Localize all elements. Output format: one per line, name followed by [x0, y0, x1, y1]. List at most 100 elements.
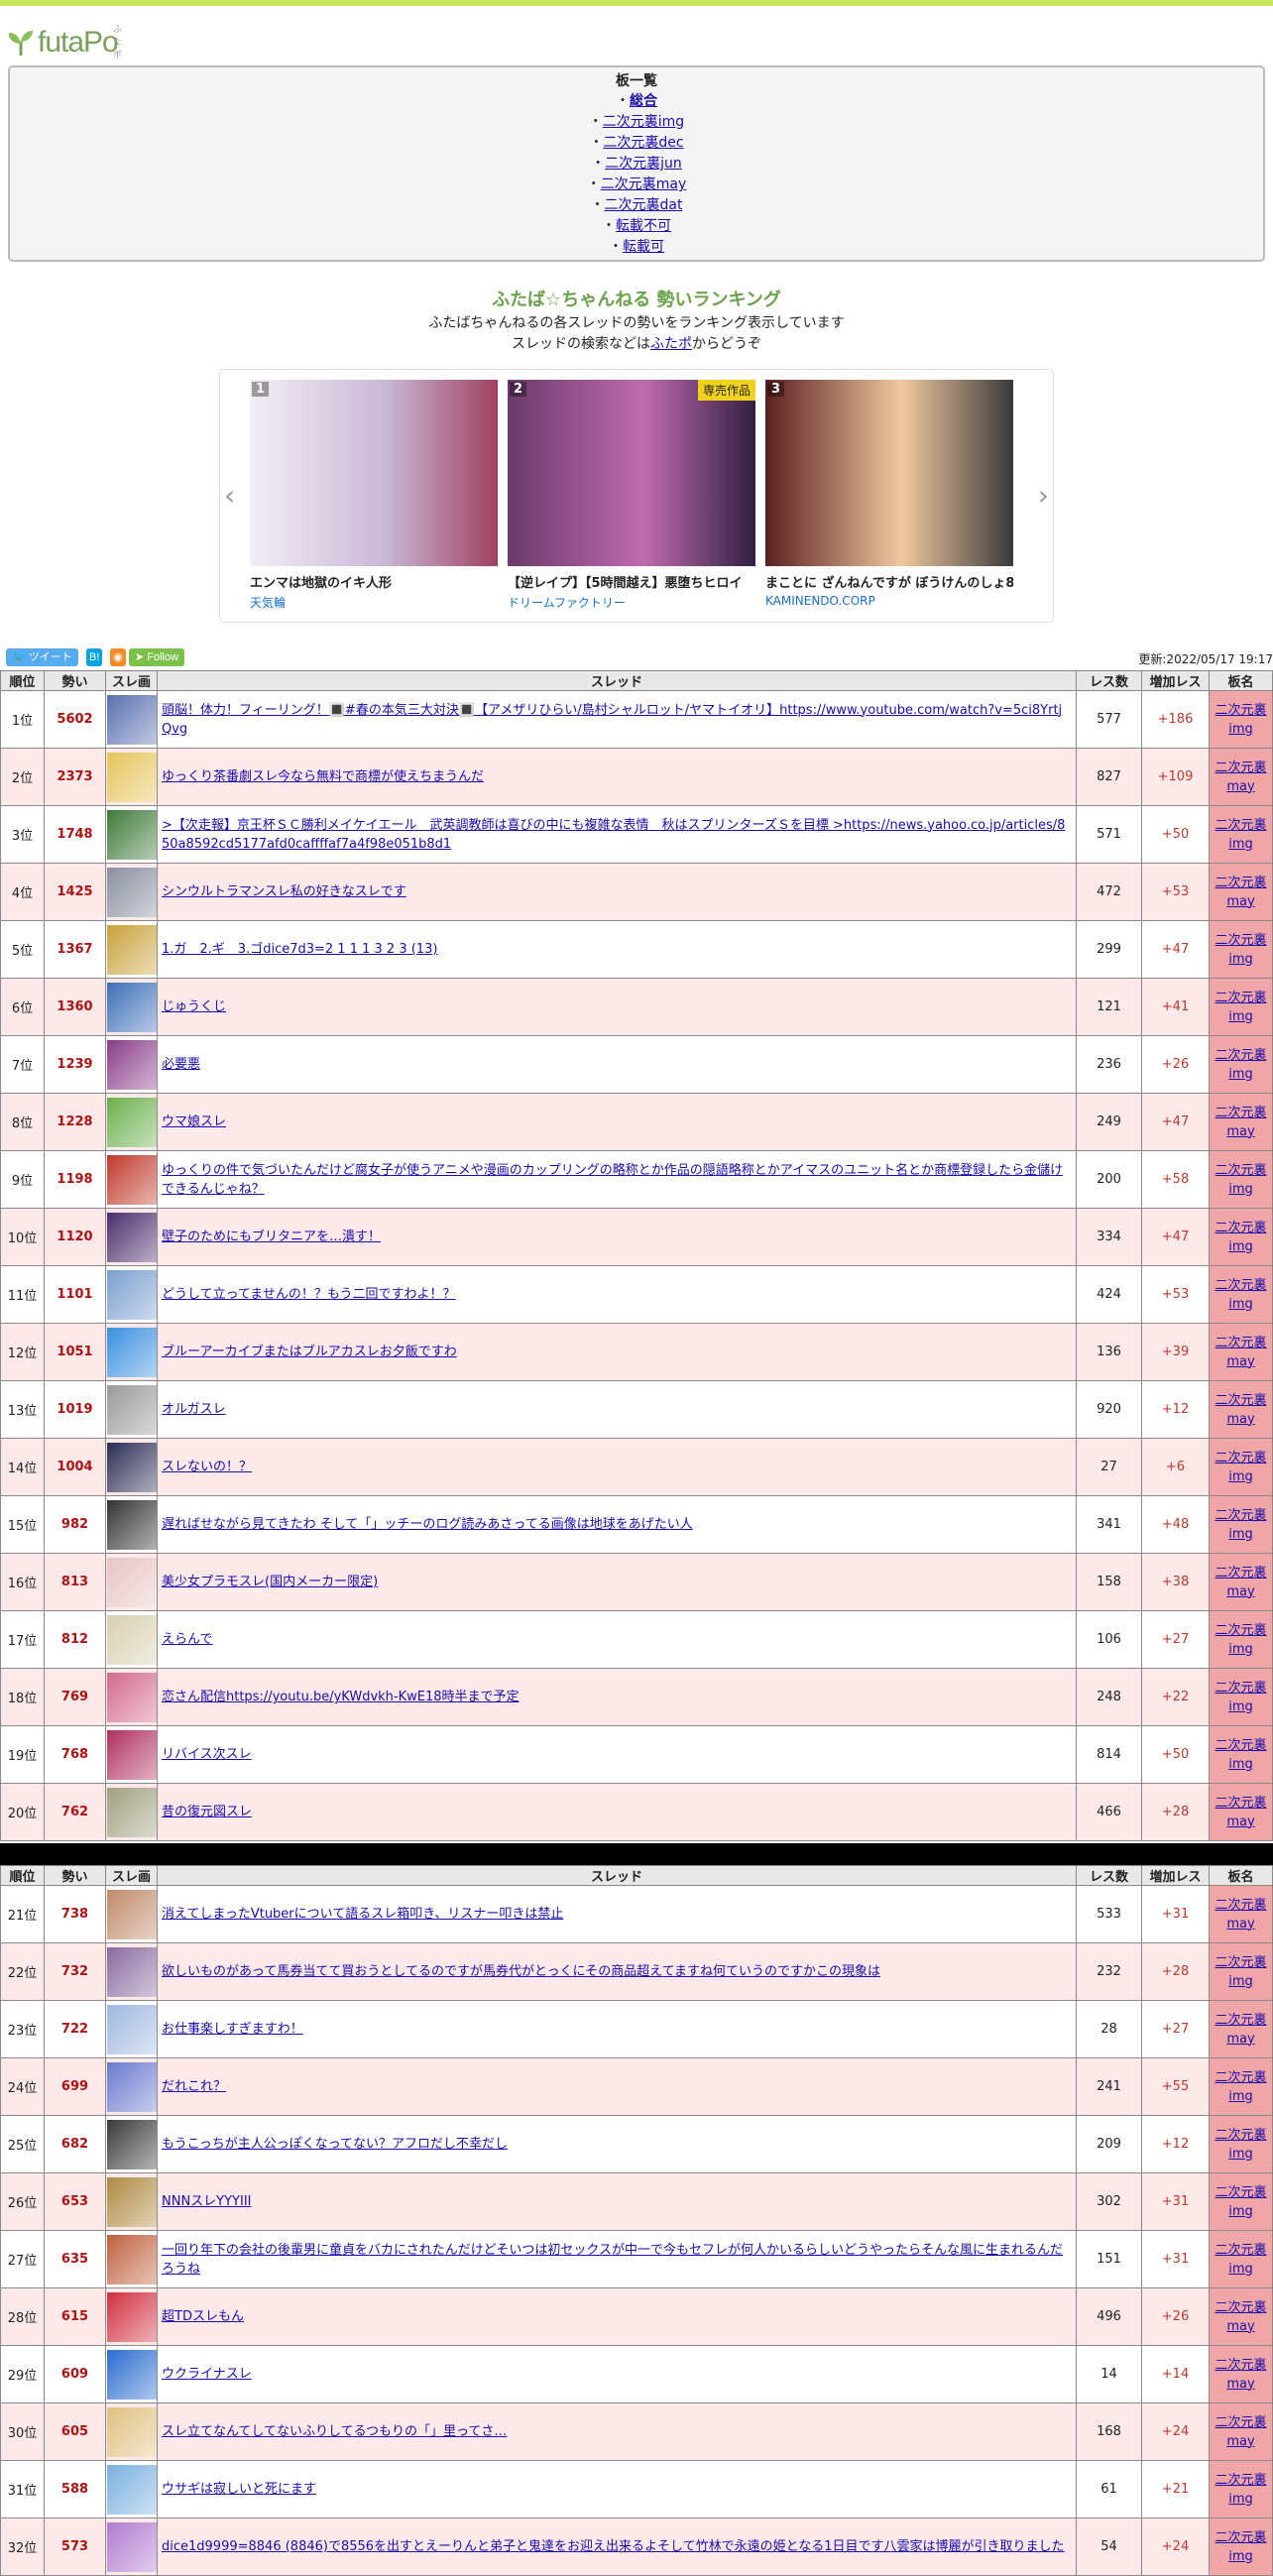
thread-link[interactable]: お仕事楽しすぎますわ！ — [162, 2022, 303, 2037]
board-name-link[interactable]: 二次元裏 img — [1215, 991, 1266, 1024]
thread-thumbnail[interactable] — [106, 2464, 157, 2515]
board-name-link[interactable]: 二次元裏 may — [1215, 1796, 1266, 1829]
thread-thumbnail[interactable] — [106, 1889, 157, 1939]
thread-thumbnail[interactable] — [106, 1327, 157, 1377]
header-rank[interactable]: 順位 — [0, 670, 45, 691]
board-name-link[interactable]: 二次元裏 img — [1215, 1738, 1266, 1772]
carousel-prev-icon[interactable]: ‹ — [224, 479, 235, 512]
product-cover-image[interactable]: 1 — [250, 380, 498, 566]
thread-link[interactable]: シンウルトラマンスレ私の好きなスレです — [162, 884, 406, 899]
board-name-link[interactable]: 二次元裏 img — [1215, 1508, 1266, 1542]
thread-link[interactable]: ゆっくりの件で気づいたんだけど腐女子が使うアニメや漫画のカップリングの略称とか作… — [162, 1163, 1063, 1197]
thread-thumbnail[interactable] — [106, 1269, 157, 1320]
site-logo[interactable]: futaPo ふたポ — [6, 25, 122, 60]
header-ikioi[interactable]: 勢い — [44, 670, 106, 691]
thread-thumbnail[interactable] — [106, 694, 157, 745]
futapo-link[interactable]: ふたポ — [650, 336, 692, 352]
thread-thumbnail[interactable] — [106, 1039, 157, 1090]
thread-link[interactable]: えらんで — [162, 1632, 212, 1647]
thread-thumbnail[interactable] — [106, 1212, 157, 1262]
thread-link[interactable]: ブルーアーカイブまたはブルアカスレお夕飯ですわ — [162, 1345, 457, 1359]
board-name-link[interactable]: 二次元裏 may — [1215, 1566, 1266, 1599]
board-name-link[interactable]: 二次元裏 img — [1215, 933, 1266, 967]
board-name-link[interactable]: 二次元裏 img — [1215, 2070, 1266, 2104]
board-name-link[interactable]: 二次元裏 img — [1215, 2473, 1266, 2507]
thread-thumbnail[interactable] — [106, 2521, 157, 2572]
thread-link[interactable]: スレ立てなんてしてないふりしてるつもりの「」里ってさ… — [162, 2424, 507, 2439]
board-name-link[interactable]: 二次元裏 may — [1215, 1898, 1266, 1932]
board-name-link[interactable]: 二次元裏 img — [1215, 1623, 1266, 1657]
thread-link[interactable]: どうして立ってませんの！？もう二回ですわよ！？ — [162, 1287, 456, 1302]
thread-thumbnail[interactable] — [106, 752, 157, 802]
board-name-link[interactable]: 二次元裏 may — [1215, 1393, 1266, 1427]
board-name-link[interactable]: 二次元裏 img — [1215, 2243, 1266, 2277]
thread-thumbnail[interactable] — [106, 1946, 157, 1997]
thread-thumbnail[interactable] — [106, 2061, 157, 2112]
board-link[interactable]: 二次元裏dat — [605, 197, 683, 213]
header-board[interactable]: 板名 — [1209, 670, 1273, 691]
product-title[interactable]: エンマは地獄のイキ人形 — [250, 572, 498, 591]
board-name-link[interactable]: 二次元裏 may — [1215, 1336, 1266, 1369]
board-name-link[interactable]: 二次元裏 may — [1215, 2358, 1266, 2392]
carousel-item[interactable]: 3 まことに ざんねんですが ぼうけんのしょ8 KAMINENDO.CORP — [765, 380, 1013, 608]
hatena-bookmark-button[interactable]: B! — [86, 648, 103, 666]
thread-thumbnail[interactable] — [106, 1557, 157, 1607]
thread-thumbnail[interactable] — [106, 1787, 157, 1837]
board-name-link[interactable]: 二次元裏 img — [1215, 1451, 1266, 1484]
header-ikioi[interactable]: 勢い — [44, 1865, 106, 1886]
thread-link[interactable]: 消えてしまったVtuberについて語るスレ箱叩き、リスナー叩きは禁止 — [162, 1907, 563, 1922]
board-link[interactable]: 二次元裏img — [603, 114, 684, 130]
thread-thumbnail[interactable] — [106, 2119, 157, 2169]
thread-thumbnail[interactable] — [106, 924, 157, 975]
board-name-link[interactable]: 二次元裏 may — [1215, 2300, 1266, 2334]
thread-thumbnail[interactable] — [106, 2234, 157, 2284]
thread-link[interactable]: >【次走報】京王杯ＳＣ勝利メイケイエール 武英調教師は喜びの中にも複雑な表情 秋… — [162, 818, 1065, 852]
board-name-link[interactable]: 二次元裏 img — [1215, 703, 1266, 737]
product-title[interactable]: 【逆レイプ】【5時間越え】悪堕ちヒロイ — [508, 572, 755, 591]
carousel-next-icon[interactable]: › — [1038, 479, 1049, 512]
board-name-link[interactable]: 二次元裏 img — [1215, 1681, 1266, 1714]
thread-link[interactable]: 遅ればせながら見てきたわ そして「」ッチーのログ読みあさってる画像は地球をあげた… — [162, 1517, 693, 1532]
thread-thumbnail[interactable] — [106, 2176, 157, 2227]
thread-thumbnail[interactable] — [106, 1442, 157, 1492]
tweet-button[interactable]: 🐦 ツイート — [6, 648, 78, 666]
thread-thumbnail[interactable] — [106, 2406, 157, 2457]
thread-link[interactable]: NNNスレYYYIII — [162, 2194, 252, 2209]
thread-thumbnail[interactable] — [106, 1729, 157, 1780]
thread-link[interactable]: ウマ娘スレ — [162, 1114, 226, 1129]
thread-thumbnail[interactable] — [106, 2349, 157, 2400]
thread-thumbnail[interactable] — [106, 2291, 157, 2342]
board-name-link[interactable]: 二次元裏 img — [1215, 1955, 1266, 1989]
thread-thumbnail[interactable] — [106, 1499, 157, 1550]
thread-thumbnail[interactable] — [106, 809, 157, 860]
thread-thumbnail[interactable] — [106, 1097, 157, 1147]
feedly-follow-button[interactable]: ➤ Follow — [129, 648, 185, 666]
board-name-link[interactable]: 二次元裏 img — [1215, 2185, 1266, 2219]
board-link[interactable]: 二次元裏dec — [603, 135, 683, 151]
thread-link[interactable]: 欲しいものがあって馬券当てて買おうとしてるのですが馬券代がとっくにその商品超えて… — [162, 1964, 880, 1979]
thread-thumbnail[interactable] — [106, 1672, 157, 1722]
product-circle[interactable]: ドリームファクトリー — [508, 594, 755, 611]
board-link[interactable]: 二次元裏may — [601, 176, 687, 192]
board-link[interactable]: 転載可 — [623, 239, 664, 255]
board-name-link[interactable]: 二次元裏 may — [1215, 2013, 1266, 2047]
product-cover-image[interactable]: 2 専売作品 — [508, 380, 755, 566]
product-title[interactable]: まことに ざんねんですが ぼうけんのしょ8 — [765, 572, 1013, 591]
thread-thumbnail[interactable] — [106, 1384, 157, 1435]
header-res[interactable]: レス数 — [1076, 670, 1142, 691]
thread-link[interactable]: 美少女プラモスレ(国内メーカー限定) — [162, 1575, 378, 1589]
rss-icon[interactable]: ◉ — [110, 648, 126, 666]
header-board[interactable]: 板名 — [1209, 1865, 1273, 1886]
thread-thumbnail[interactable] — [106, 867, 157, 917]
board-link[interactable]: 転載不可 — [616, 218, 671, 234]
board-link[interactable]: 二次元裏jun — [605, 156, 682, 172]
thread-link[interactable]: dice1d9999=8846 (8846)で8556を出すとえーりんと弟子と鬼… — [162, 2539, 1065, 2554]
carousel-item[interactable]: 2 専売作品【逆レイプ】【5時間越え】悪堕ちヒロイ ドリームファクトリー — [508, 380, 755, 611]
thread-link[interactable]: じゅうくじ — [162, 999, 226, 1014]
product-circle[interactable]: KAMINENDO.CORP — [765, 594, 1013, 608]
board-name-link[interactable]: 二次元裏 img — [1215, 2128, 1266, 2162]
carousel-item[interactable]: 1 エンマは地獄のイキ人形 天気輪 — [250, 380, 498, 611]
header-inc[interactable]: 増加レス — [1141, 670, 1210, 691]
header-inc[interactable]: 増加レス — [1141, 1865, 1210, 1886]
header-rank[interactable]: 順位 — [0, 1865, 45, 1886]
